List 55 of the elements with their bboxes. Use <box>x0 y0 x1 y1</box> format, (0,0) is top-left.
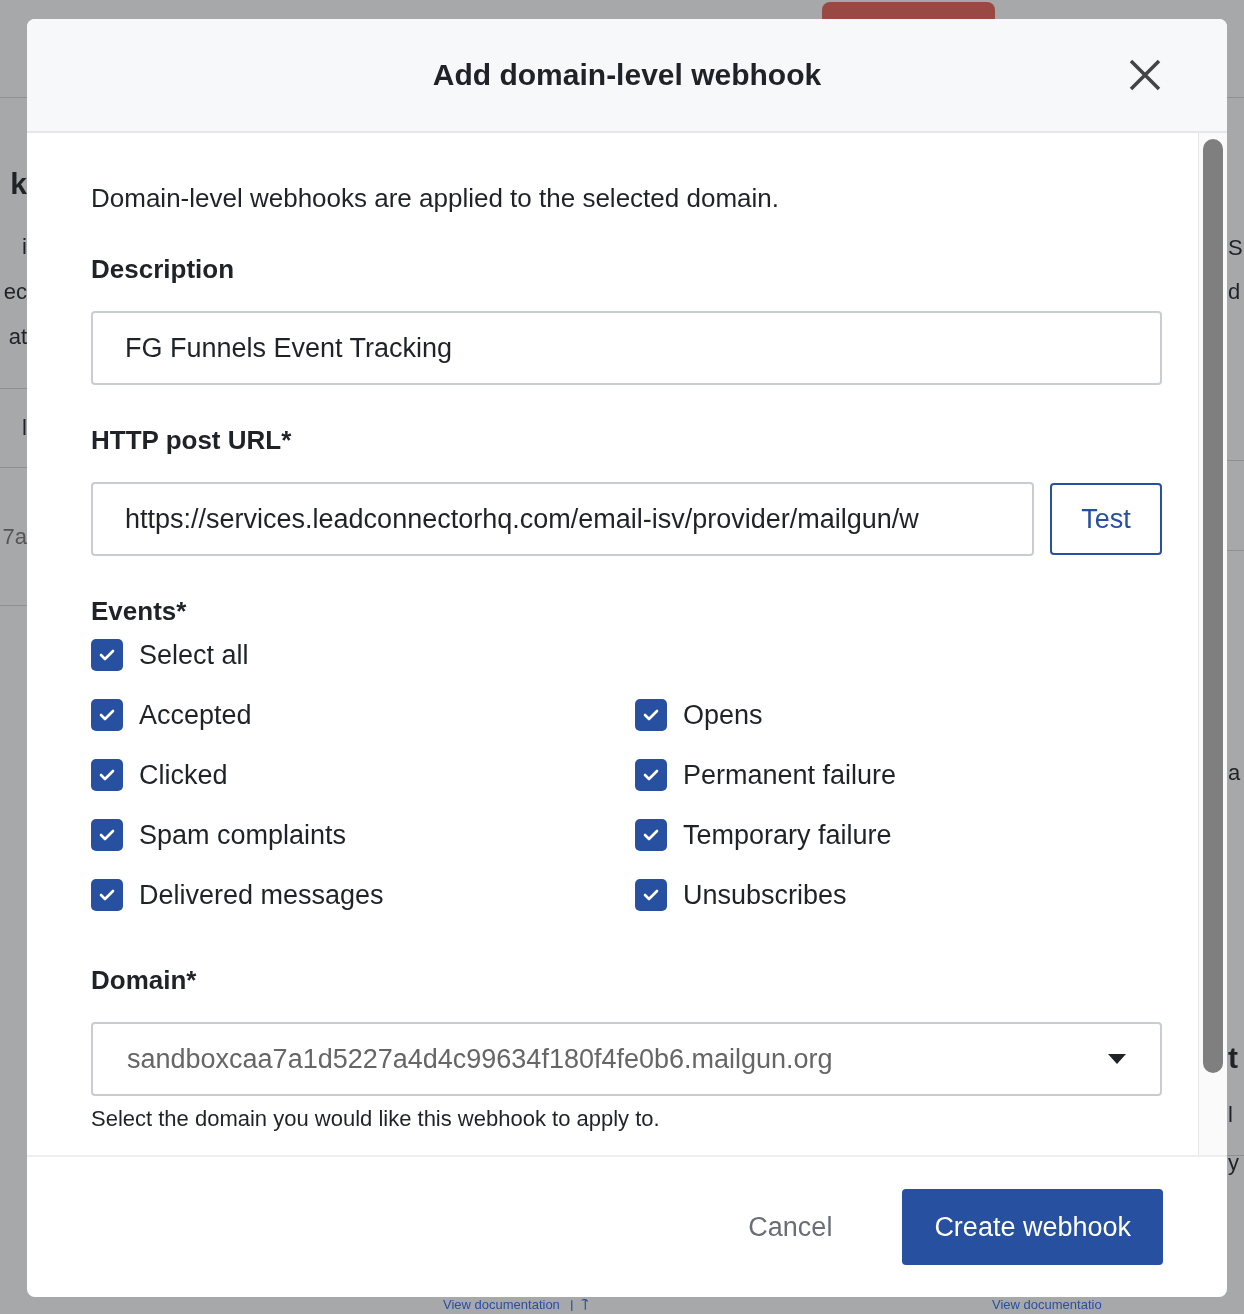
page-text: ec <box>3 278 27 306</box>
checkbox-label: Permanent failure <box>683 759 897 791</box>
field-label: Events* <box>91 596 188 627</box>
checkbox[interactable] <box>635 879 667 911</box>
cancel-button[interactable]: Cancel <box>742 1210 839 1244</box>
checkbox-label: Select all <box>139 639 249 671</box>
dialog-title: Add domain-level webhook <box>432 58 822 92</box>
page-text: l <box>22 414 27 442</box>
page-text: d <box>1228 278 1241 306</box>
caret-icon <box>1108 1054 1126 1064</box>
page-text: 7a <box>2 523 27 551</box>
check-icon <box>99 649 115 661</box>
checkbox[interactable] <box>635 699 667 731</box>
close-icon[interactable] <box>1129 59 1161 91</box>
url-field[interactable]: https://services.leadconnectorhq.com/email-isv/provider/mailgun/w <box>91 482 1034 556</box>
create-webhook-button[interactable]: Create webhook <box>902 1189 1163 1265</box>
page-heading: t <box>1228 1040 1238 1076</box>
checkbox[interactable] <box>635 819 667 851</box>
check-icon <box>643 889 659 901</box>
description-field[interactable]: FG Funnels Event Tracking <box>91 311 1162 385</box>
check-icon <box>99 709 115 721</box>
domain-select[interactable]: sandboxcaa7a1d5227a4d4c99634f180f4fe0b6.mailgun.org <box>91 1022 1162 1096</box>
page-text: l <box>1228 1101 1233 1129</box>
check-icon <box>99 829 115 841</box>
page-text: S <box>1228 234 1243 262</box>
checkbox-label: Delivered messages <box>139 879 384 911</box>
intro-text: Domain-level webhooks are applied to the selected domain. <box>91 183 780 214</box>
field-label: Description <box>91 254 236 285</box>
checkbox[interactable] <box>91 879 123 911</box>
check-icon <box>99 889 115 901</box>
checkbox[interactable] <box>91 819 123 851</box>
checkbox[interactable] <box>91 699 123 731</box>
page-text: at <box>8 323 27 351</box>
scrollbar[interactable] <box>1203 139 1223 1073</box>
checkbox-label: Spam complaints <box>139 819 347 851</box>
page-text: y <box>1228 1149 1239 1177</box>
checkbox[interactable] <box>91 639 123 671</box>
checkbox-label: Opens <box>683 699 763 731</box>
check-icon <box>99 769 115 781</box>
page-text: a <box>1228 759 1241 787</box>
checkbox-label: Unsubscribes <box>683 879 847 911</box>
page-text: i <box>22 233 27 261</box>
page-heading: k <box>10 166 27 202</box>
checkbox-label: Accepted <box>139 699 252 731</box>
field-label: Domain* <box>91 965 198 996</box>
field-label: HTTP post URL* <box>91 425 293 456</box>
test-button[interactable]: Test <box>1050 483 1162 555</box>
checkbox-label: Temporary failure <box>683 819 892 851</box>
check-icon <box>643 769 659 781</box>
checkbox[interactable] <box>91 759 123 791</box>
checkbox[interactable] <box>635 759 667 791</box>
checkbox-label: Clicked <box>139 759 228 791</box>
check-icon <box>643 829 659 841</box>
hint-text: Select the domain you would like this webhook to apply to. <box>91 1106 661 1132</box>
check-icon <box>643 709 659 721</box>
